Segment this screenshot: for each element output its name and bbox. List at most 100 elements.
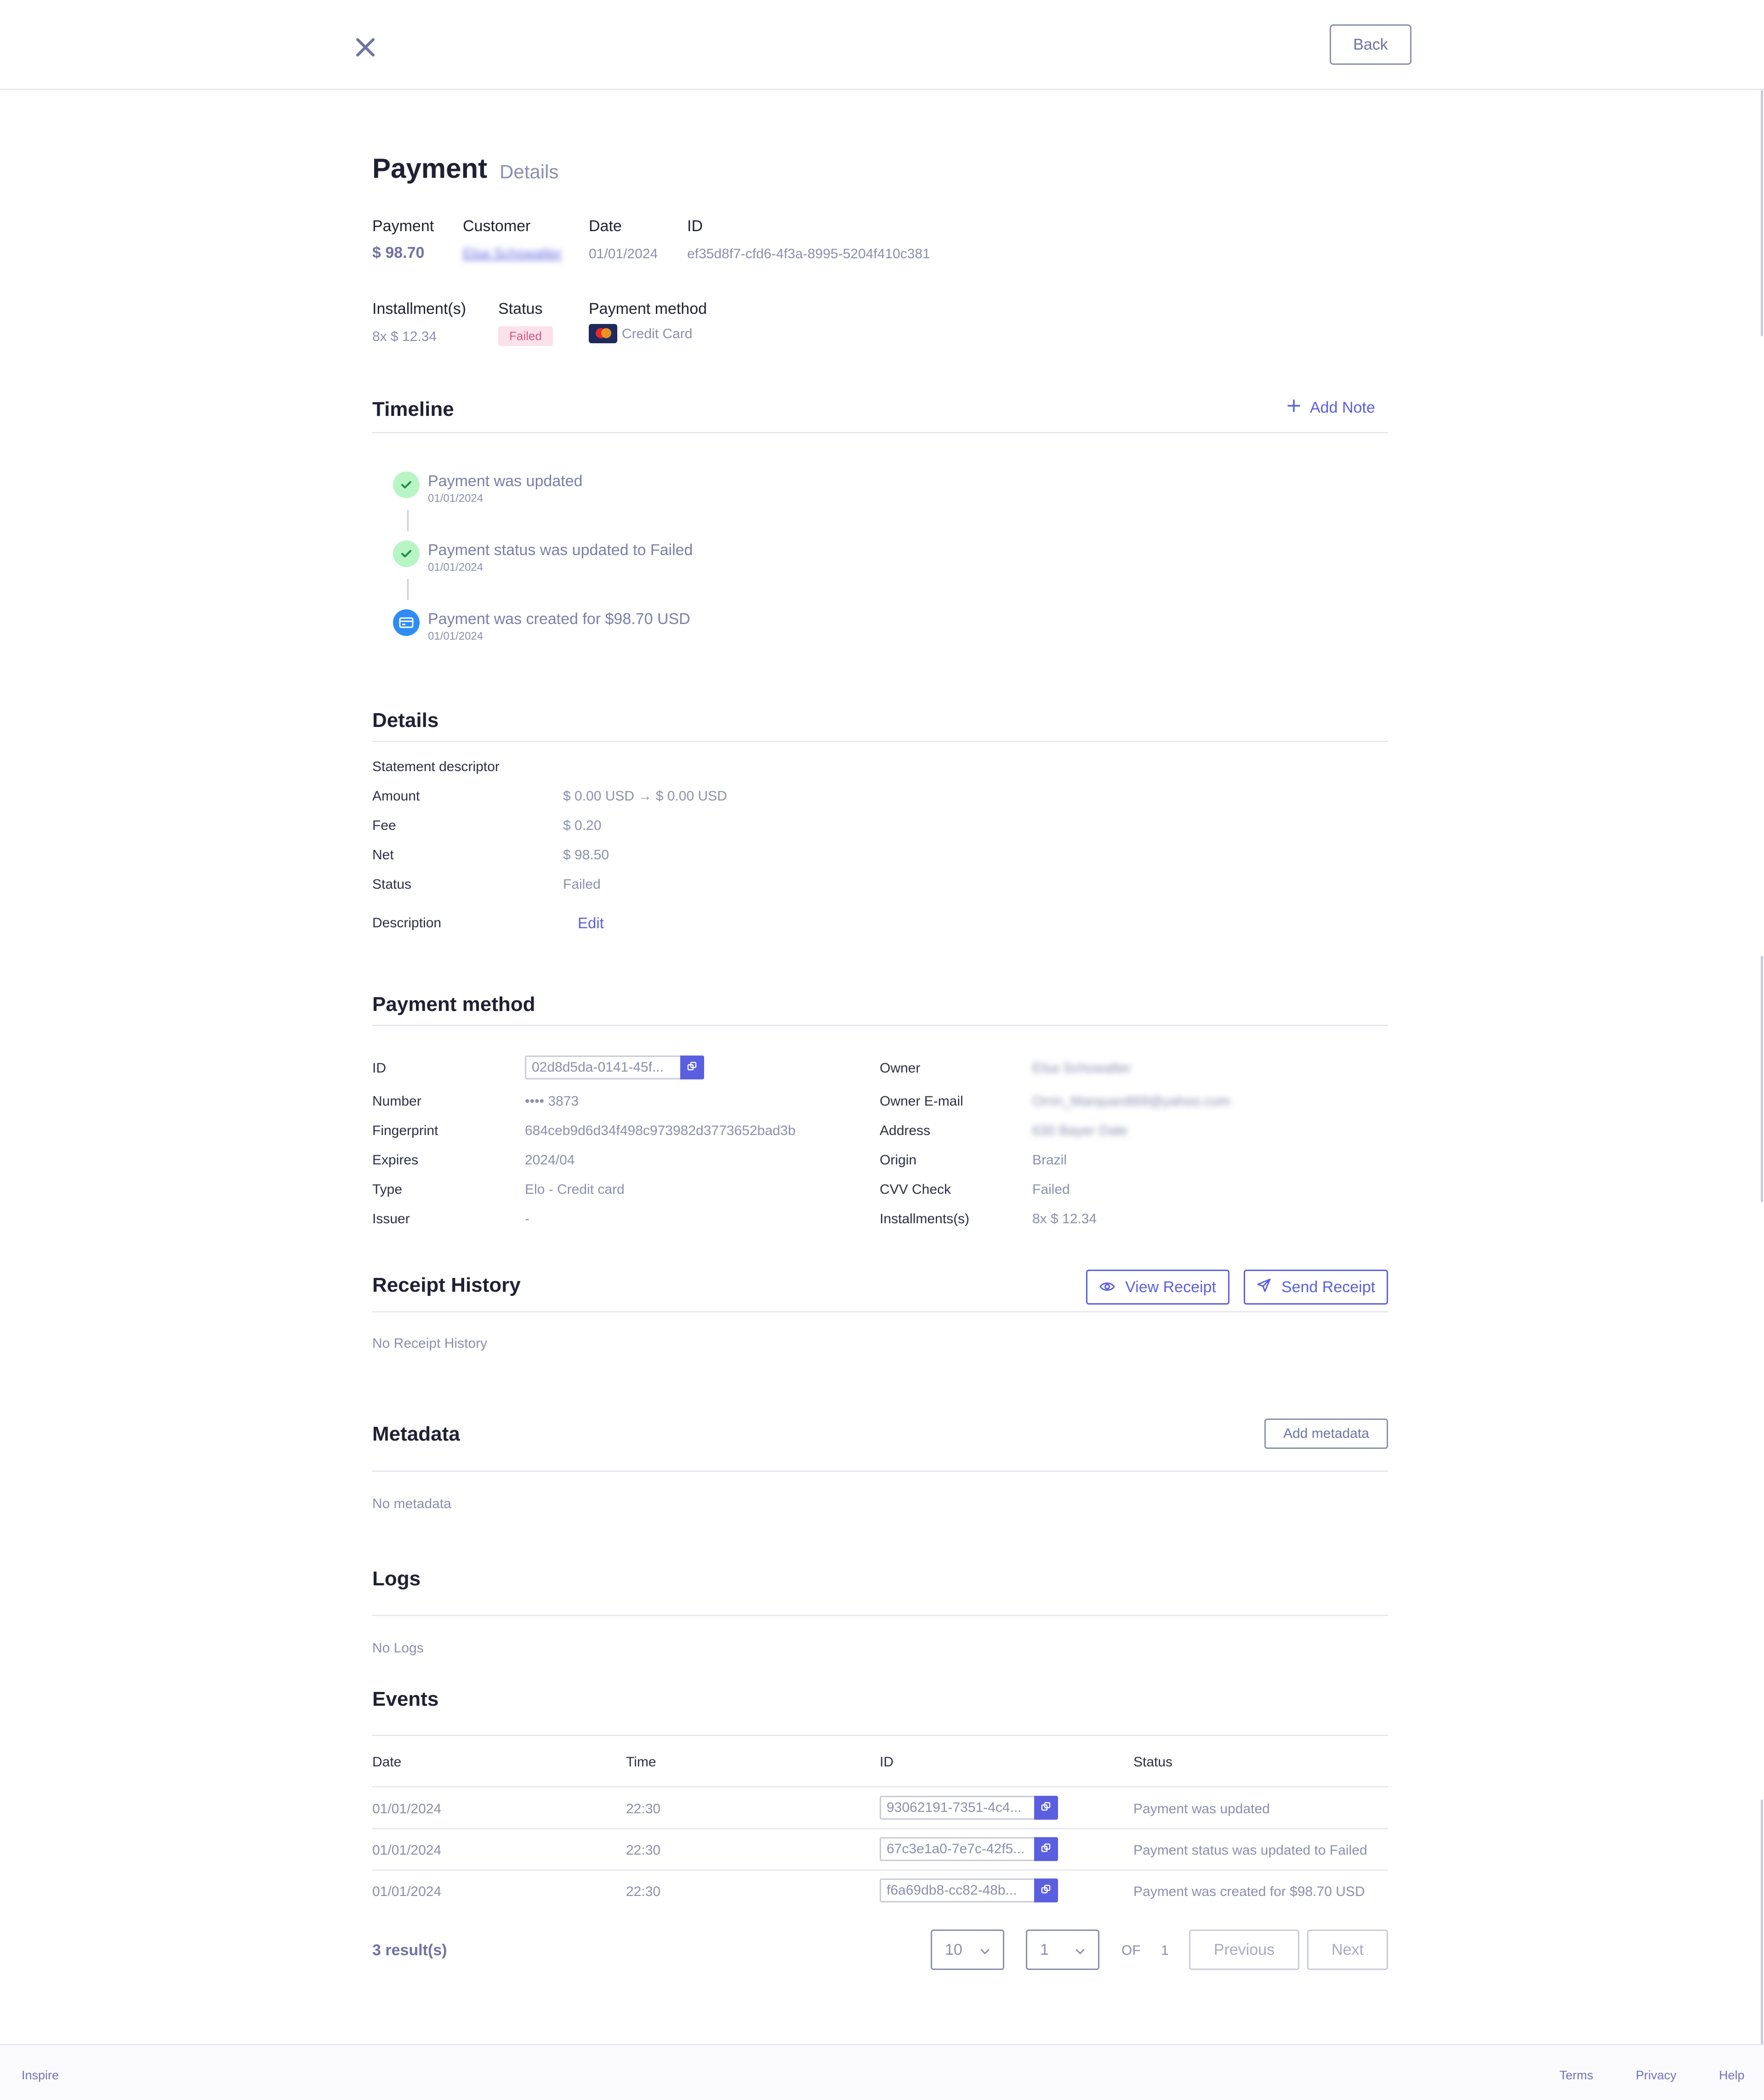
timeline-connector: [407, 510, 409, 531]
timeline-item-date: 01/01/2024: [428, 492, 484, 505]
net-label: Net: [372, 847, 394, 863]
view-receipt-button[interactable]: View Receipt: [1086, 1270, 1229, 1305]
copy-button[interactable]: [1034, 1879, 1058, 1902]
chevron-down-icon: [980, 1941, 990, 1959]
payment-method-title: Payment method: [372, 993, 535, 1016]
payment-label: Payment: [372, 217, 434, 235]
footer-brand[interactable]: Inspire: [22, 2068, 59, 2083]
view-receipt-label: View Receipt: [1125, 1278, 1216, 1296]
status-badge: Failed: [498, 326, 553, 346]
page-value: 1: [1040, 1941, 1049, 1958]
pm-address-value: 630 Bayer Dale: [1032, 1123, 1127, 1138]
installments-label: Installment(s): [372, 300, 467, 318]
logs-empty-note: No Logs: [372, 1640, 424, 1656]
column-header-date: Date: [372, 1754, 402, 1770]
pm-type-label: Type: [372, 1182, 403, 1197]
copy-button[interactable]: [1034, 1796, 1058, 1820]
pm-type-value: Elo - Credit card: [525, 1182, 625, 1197]
column-header-status: Status: [1133, 1754, 1173, 1770]
details-status-label: Status: [372, 877, 412, 892]
page-size-value: 10: [945, 1941, 962, 1958]
pm-owner-label: Owner: [880, 1061, 921, 1076]
page-select[interactable]: 1: [1026, 1930, 1099, 1970]
event-id-field: 93062191-7351-4c4...: [880, 1796, 1058, 1820]
next-button[interactable]: Next: [1307, 1930, 1388, 1970]
event-date: 01/01/2024: [372, 1843, 442, 1858]
pm-owner-value: Elsa Schowalter: [1032, 1061, 1132, 1076]
payment-method-value: Credit Card: [622, 326, 693, 341]
footer-help-link[interactable]: Help: [1719, 2068, 1745, 2083]
event-id: f6a69db8-cc82-48b...: [880, 1879, 1034, 1902]
details-divider: [372, 741, 1388, 742]
customer-label: Customer: [463, 217, 531, 235]
copy-icon: [1041, 1801, 1052, 1815]
installments-value: 8x $ 12.34: [372, 329, 437, 344]
page-subtitle: Details: [500, 161, 559, 182]
previous-button[interactable]: Previous: [1189, 1930, 1299, 1970]
add-note-label: Add Note: [1310, 399, 1375, 416]
id-value: ef35d8f7-cfd6-4f3a-8995-5204f410c381: [687, 246, 930, 261]
receipt-history-title: Receipt History: [372, 1274, 521, 1296]
pm-cvv-value: Failed: [1032, 1182, 1070, 1197]
event-date: 01/01/2024: [372, 1884, 442, 1899]
chevron-down-icon: [1075, 1941, 1085, 1959]
event-id-field: f6a69db8-cc82-48b...: [880, 1879, 1058, 1902]
page-size-select[interactable]: 10: [931, 1930, 1004, 1970]
event-id: 67c3e1a0-7e7c-42f5...: [880, 1837, 1034, 1861]
add-metadata-button[interactable]: Add metadata: [1264, 1419, 1388, 1449]
timeline-item-date: 01/01/2024: [428, 561, 484, 573]
event-date: 01/01/2024: [372, 1801, 442, 1816]
customer-link[interactable]: Elsa Schowalter: [463, 246, 562, 261]
event-status: Payment was updated: [1133, 1801, 1270, 1816]
net-value: $ 98.50: [563, 847, 609, 863]
pm-issuer-value: -: [525, 1211, 529, 1226]
details-status-value: Failed: [563, 877, 601, 892]
timeline-item-date: 01/01/2024: [428, 630, 484, 642]
pm-email-value: Orrin_Marquardt69@yahoo.com: [1032, 1094, 1230, 1109]
pm-id-field: 02d8d5da-0141-45f...: [525, 1056, 704, 1079]
pm-email-label: Owner E-mail: [880, 1094, 963, 1109]
events-title: Events: [372, 1688, 439, 1710]
scrollbar[interactable]: [1758, 90, 1764, 2046]
timeline-item-title: Payment status was updated to Failed: [428, 541, 693, 559]
footer-terms-link[interactable]: Terms: [1559, 2068, 1593, 2083]
event-id: 93062191-7351-4c4...: [880, 1796, 1034, 1820]
send-icon: [1257, 1278, 1271, 1297]
copy-button[interactable]: [680, 1056, 704, 1079]
status-label: Status: [498, 300, 543, 318]
timeline-connector: [407, 579, 409, 600]
pm-fingerprint-label: Fingerprint: [372, 1123, 438, 1138]
edit-description-link[interactable]: Edit: [578, 914, 604, 932]
payment-method-label: Payment method: [589, 300, 707, 318]
timeline-item: Payment was updated 01/01/2024: [393, 471, 582, 505]
of-label: OF: [1121, 1943, 1141, 1958]
page-title: Payment: [372, 153, 488, 184]
pm-number-label: Number: [372, 1094, 421, 1109]
eye-icon: [1099, 1278, 1115, 1296]
statement-descriptor-label: Statement descriptor: [372, 759, 500, 774]
payment-method-divider: [372, 1025, 1388, 1026]
payment-details-content: Payment Details Payment $ 98.70 Customer…: [372, 0, 1388, 2022]
amount-value: $ 0.00 USD → $ 0.00 USD: [563, 789, 727, 804]
table-header-divider: [372, 1786, 1388, 1788]
logs-divider: [372, 1615, 1388, 1616]
send-receipt-button[interactable]: Send Receipt: [1244, 1270, 1388, 1305]
pm-expires-value: 2024/04: [525, 1152, 575, 1168]
receipt-divider: [372, 1311, 1388, 1312]
event-status: Payment status was updated to Failed: [1133, 1843, 1367, 1858]
pm-number-value: •••• 3873: [525, 1094, 579, 1109]
timeline-title: Timeline: [372, 398, 454, 420]
timeline-item-title: Payment was updated: [428, 472, 583, 490]
copy-button[interactable]: [1034, 1837, 1058, 1861]
check-icon: [393, 471, 420, 498]
footer-privacy-link[interactable]: Privacy: [1636, 2068, 1677, 2083]
timeline-item: Payment status was updated to Failed 01/…: [393, 540, 693, 574]
add-note-button[interactable]: Add Note: [1287, 399, 1375, 417]
mastercard-icon: [589, 324, 617, 343]
pm-expires-label: Expires: [372, 1152, 419, 1168]
row-divider: [372, 1828, 1388, 1829]
pm-fingerprint-value: 684ceb9d6d34f498c973982d3773652bad3b: [525, 1123, 796, 1138]
metadata-empty-note: No metadata: [372, 1496, 451, 1511]
details-title: Details: [372, 709, 439, 732]
timeline-divider: [372, 432, 1388, 433]
